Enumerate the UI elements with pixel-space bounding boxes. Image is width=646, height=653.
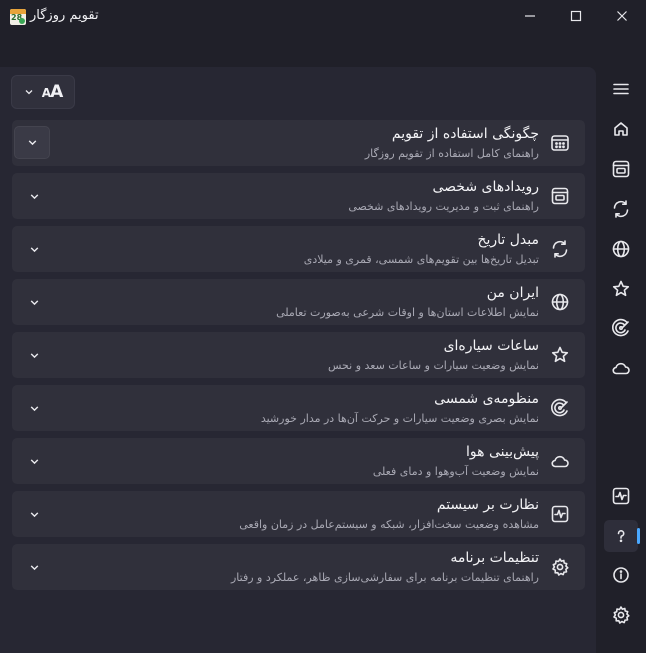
expand-toggle[interactable]	[24, 398, 44, 418]
guide-card[interactable]: ساعات سیاره‌ای نمایش وضعیت سیارات و ساعا…	[12, 332, 585, 378]
expand-toggle[interactable]	[24, 239, 44, 259]
expand-toggle[interactable]	[24, 451, 44, 471]
nav-item-menu[interactable]	[604, 73, 638, 105]
guide-card[interactable]: مبدل تاریخ تبدیل تاریخ‌ها بین تقویم‌های …	[12, 226, 585, 272]
chevron-down-icon	[30, 352, 38, 358]
guide-card[interactable]: تنظیمات برنامه راهنمای تنظیمات برنامه بر…	[12, 544, 585, 590]
chevron-down-icon	[30, 405, 38, 411]
calendar-event-icon	[611, 159, 631, 179]
guide-card[interactable]: چگونگی استفاده از تقویم راهنمای کامل است…	[12, 120, 585, 166]
card-subtitle: راهنمای کامل استفاده از تقویم روزگار	[364, 147, 539, 160]
card-subtitle: نمایش وضعیت سیارات و ساعات سعد و نحس	[328, 359, 539, 372]
card-title: ساعات سیاره‌ای	[443, 338, 539, 354]
activity-monitor-icon	[549, 503, 571, 525]
chevron-down-icon	[28, 140, 36, 146]
calendar-event-icon	[549, 185, 571, 207]
guide-card[interactable]: منظومه‌ی شمسی نمایش بصری وضعیت سیارات و …	[12, 385, 585, 431]
chevron-down-icon	[30, 511, 38, 517]
card-title: ایران من	[486, 285, 539, 301]
card-subtitle: راهنمای تنظیمات برنامه برای سفارشی‌سازی …	[230, 571, 539, 584]
card-subtitle: راهنمای ثبت و مدیریت رویدادهای شخصی	[348, 200, 539, 213]
nav-item-star[interactable]	[604, 273, 638, 305]
star-icon	[611, 279, 631, 299]
card-title: نظارت بر سیستم	[436, 497, 539, 513]
nav-item-cloud[interactable]	[604, 352, 638, 384]
card-title: منظومه‌ی شمسی	[434, 391, 539, 407]
nav-item-gear[interactable]	[604, 599, 638, 631]
card-title: مبدل تاریخ	[477, 232, 539, 248]
menu-icon	[612, 80, 630, 98]
expand-toggle[interactable]	[24, 557, 44, 577]
globe-icon	[549, 291, 571, 313]
active-nav-indicator	[637, 528, 640, 544]
card-subtitle: نمایش وضعیت آب‌وهوا و دمای فعلی	[372, 465, 539, 478]
expand-toggle[interactable]	[14, 126, 50, 159]
expand-toggle[interactable]	[24, 504, 44, 524]
window-title: تقویم روزگار	[30, 8, 99, 23]
convert-arrows-icon	[611, 199, 631, 219]
nav-item-home[interactable]	[604, 113, 638, 145]
nav-item-info[interactable]	[604, 559, 638, 591]
gear-icon	[549, 556, 571, 578]
expand-toggle[interactable]	[24, 292, 44, 312]
chevron-down-icon	[25, 90, 33, 95]
chevron-down-icon	[30, 564, 38, 570]
card-subtitle: نمایش بصری وضعیت سیارات و حرکت آن‌ها در …	[260, 412, 539, 425]
close-button[interactable]	[599, 0, 645, 32]
card-title: چگونگی استفاده از تقویم	[391, 126, 539, 142]
guide-card[interactable]: رویدادهای شخصی راهنمای ثبت و مدیریت روید…	[12, 173, 585, 219]
minimize-button[interactable]	[507, 0, 553, 32]
card-subtitle: تبدیل تاریخ‌ها بین تقویم‌های شمسی، قمری …	[303, 253, 539, 266]
expand-toggle[interactable]	[24, 186, 44, 206]
card-subtitle: نمایش اطلاعات استان‌ها و اوقات شرعی به‌ص…	[276, 306, 539, 319]
home-icon	[612, 120, 630, 138]
guide-card[interactable]: ایران من نمایش اطلاعات استان‌ها و اوقات …	[12, 279, 585, 325]
nav-item-convert-arrows[interactable]	[604, 193, 638, 225]
guide-card[interactable]: پیش‌بینی هوا نمایش وضعیت آب‌وهوا و دمای …	[12, 438, 585, 484]
card-subtitle: مشاهده وضعیت سخت‌افزار، شبکه و سیستم‌عام…	[239, 518, 539, 531]
chevron-down-icon	[30, 193, 38, 199]
info-icon	[612, 566, 630, 584]
card-title: رویدادهای شخصی	[432, 179, 539, 195]
nav-item-calendar-event[interactable]	[604, 153, 638, 185]
card-title: پیش‌بینی هوا	[466, 444, 539, 460]
font-size-button[interactable]: AA	[11, 75, 75, 109]
minimize-icon	[525, 15, 535, 17]
help-icon	[612, 527, 630, 545]
cloud-icon	[611, 358, 631, 378]
orbit-icon	[611, 318, 631, 338]
text-size-icon: AA	[41, 82, 63, 102]
title-bar: 28 تقویم روزگار	[0, 0, 646, 34]
app-logo-icon: 28	[10, 9, 26, 25]
chevron-down-icon	[30, 458, 38, 464]
chevron-down-icon	[30, 299, 38, 305]
maximize-button[interactable]	[553, 0, 599, 32]
activity-monitor-icon	[611, 486, 631, 506]
expand-toggle[interactable]	[24, 345, 44, 365]
nav-item-activity-monitor[interactable]	[604, 480, 638, 512]
globe-icon	[611, 239, 631, 259]
cloud-icon	[549, 450, 571, 472]
gear-icon	[611, 605, 631, 625]
nav-item-help[interactable]	[604, 520, 638, 552]
guide-card[interactable]: نظارت بر سیستم مشاهده وضعیت سخت‌افزار، ش…	[12, 491, 585, 537]
nav-item-orbit[interactable]	[604, 312, 638, 344]
card-title: تنظیمات برنامه	[450, 550, 539, 566]
orbit-icon	[549, 397, 571, 419]
chevron-down-icon	[30, 246, 38, 252]
star-icon	[549, 344, 571, 366]
close-icon	[617, 11, 627, 21]
maximize-icon	[570, 10, 582, 22]
nav-item-globe[interactable]	[604, 233, 638, 265]
convert-arrows-icon	[549, 238, 571, 260]
calendar-grid-icon	[549, 132, 571, 154]
